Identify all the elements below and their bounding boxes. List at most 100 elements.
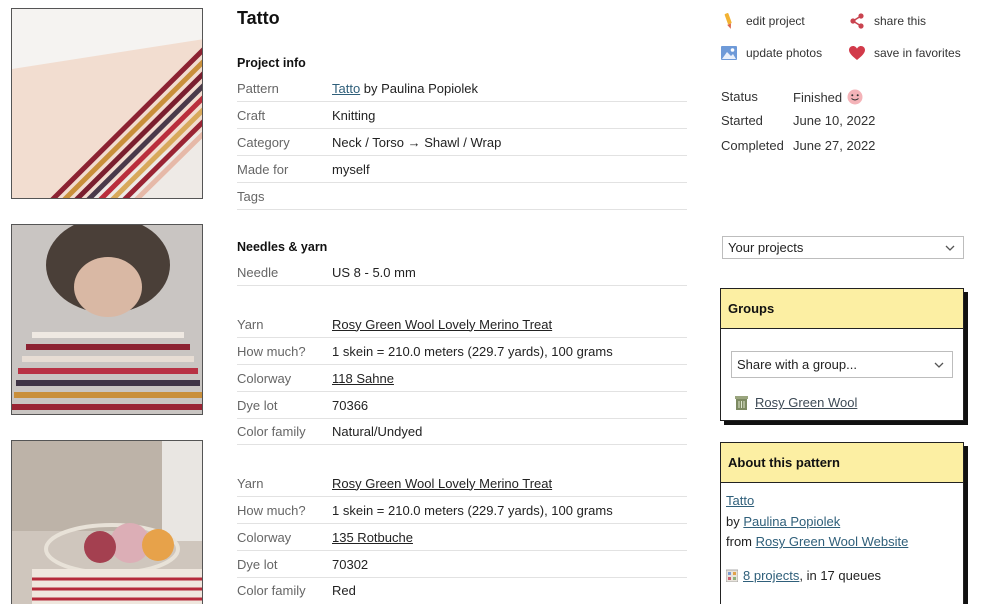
info-row-made-for: Made for myself (237, 156, 687, 183)
designer-link[interactable]: Paulina Popiolek (743, 514, 840, 529)
dyelot-label: Dye lot (237, 397, 278, 413)
share-label: share this (874, 14, 927, 28)
pattern-designer-text: by Paulina Popiolek (360, 80, 478, 96)
your-projects-select[interactable]: Your projects (722, 236, 964, 259)
chevron-down-icon (945, 245, 955, 251)
project-title: Tatto (237, 8, 280, 28)
about-designer-line: by Paulina Popiolek (726, 514, 840, 529)
info-value: Tatto by Paulina Popiolek (332, 81, 478, 96)
info-row-category: Category Neck / Torso → Shawl / Wrap (237, 129, 687, 156)
pencil-icon (720, 12, 738, 30)
info-label: Category (237, 134, 290, 150)
photos-icon (720, 44, 738, 62)
status-text: Finished (793, 89, 843, 105)
about-pattern-box: About this pattern Tatto by Paulina Popi… (720, 442, 964, 604)
group-badge-icon (735, 395, 748, 410)
completed-value: June 27, 2022 (793, 138, 876, 153)
colorway-row: Colorway 118 Sahne (237, 365, 687, 392)
update-photos-label: update photos (746, 46, 823, 60)
colorway-link[interactable]: 118 Sahne (332, 371, 394, 386)
project-photo-1[interactable] (11, 8, 203, 199)
colorway-row: Colorway 135 Rotbuche (237, 524, 687, 551)
info-value: Knitting (332, 107, 376, 123)
info-row-craft: Craft Knitting (237, 102, 687, 129)
amount-value: 1 skein = 210.0 meters (229.7 yards), 10… (332, 502, 613, 518)
color-family-value: Red (332, 583, 356, 598)
share-link[interactable]: share this (848, 12, 926, 30)
info-row-pattern: Pattern Tatto by Paulina Popiolek (237, 75, 687, 102)
status-value: Finished (793, 89, 863, 105)
group-item[interactable]: Rosy Green Wool (735, 395, 857, 410)
needle-value: US 8 - 5.0 mm (332, 264, 416, 280)
colorway-label: Colorway (237, 529, 292, 545)
from-prefix: from (726, 534, 756, 549)
edit-project-link[interactable]: edit project (720, 12, 805, 30)
yarn-link[interactable]: Rosy Green Wool Lovely Merino Treat (332, 317, 552, 332)
yarn-amount-row: How much? 1 skein = 210.0 meters (229.7 … (237, 338, 687, 365)
heart-icon (848, 44, 866, 62)
status-label: Status (721, 89, 758, 104)
info-label: Pattern (237, 80, 279, 96)
yarn-link[interactable]: Rosy Green Wool Lovely Merino Treat (332, 476, 552, 491)
info-value: Neck / Torso → Shawl / Wrap (332, 134, 502, 150)
yarn-amount-row: How much? 1 skein = 210.0 meters (229.7 … (237, 497, 687, 524)
about-pattern-link[interactable]: Tatto (726, 493, 754, 508)
share-with-group-value: Share with a group... (737, 357, 857, 372)
by-prefix: by (726, 514, 744, 529)
chevron-down-icon (934, 362, 944, 368)
needle-label: Needle (237, 264, 279, 280)
needles-yarn-heading: Needles & yarn (237, 240, 328, 254)
amount-label: How much? (237, 502, 306, 518)
groups-box: Groups Share with a group... Rosy Green … (720, 288, 964, 421)
group-link[interactable]: Rosy Green Wool (755, 395, 857, 410)
info-row-tags: Tags (237, 183, 687, 210)
finished-face-icon (847, 89, 863, 105)
amount-label: How much? (237, 343, 306, 359)
your-projects-value: Your projects (728, 240, 804, 255)
dyelot-value: 70366 (332, 397, 369, 413)
needle-row: Needle US 8 - 5.0 mm (237, 259, 687, 286)
dyelot-row: Dye lot 70302 (237, 551, 687, 578)
save-favorites-label: save in favorites (874, 46, 961, 60)
yarn-row: Yarn Rosy Green Wool Lovely Merino Treat (237, 470, 687, 497)
projects-icon (726, 569, 738, 582)
about-source-line: from Rosy Green Wool Website (726, 534, 908, 549)
source-link[interactable]: Rosy Green Wool Website (756, 534, 909, 549)
dyelot-row: Dye lot 70366 (237, 392, 687, 419)
info-label: Craft (237, 107, 266, 123)
color-family-label: Color family (237, 423, 306, 439)
share-icon (848, 12, 866, 30)
about-projects-line: 8 projects, in 17 queues (726, 568, 881, 583)
project-photo-2[interactable] (11, 224, 203, 415)
colorway-label: Colorway (237, 370, 292, 386)
about-pattern-name-line: Tatto (726, 493, 754, 508)
dyelot-label: Dye lot (237, 556, 278, 572)
info-value: myself (332, 161, 370, 177)
save-favorites-link[interactable]: save in favorites (848, 44, 961, 62)
queues-text: , in 17 queues (799, 568, 882, 583)
color-family-value: Natural/Undyed (332, 423, 423, 439)
yarn-label: Yarn (237, 316, 264, 332)
update-photos-link[interactable]: update photos (720, 44, 822, 62)
info-label: Tags (237, 188, 265, 204)
dyelot-value: 70302 (332, 556, 369, 572)
pattern-link[interactable]: Tatto (332, 81, 360, 96)
yarn-row: Yarn Rosy Green Wool Lovely Merino Treat (237, 311, 687, 338)
amount-value: 1 skein = 210.0 meters (229.7 yards), 10… (332, 343, 613, 359)
info-label: Made for (237, 161, 289, 177)
project-info-heading: Project info (237, 56, 306, 70)
color-family-label: Color family (237, 583, 306, 598)
yarn-label: Yarn (237, 475, 264, 491)
started-value: June 10, 2022 (793, 113, 876, 128)
share-with-group-select[interactable]: Share with a group... (731, 351, 953, 378)
color-family-row: Color family Natural/Undyed (237, 418, 687, 445)
projects-count-link[interactable]: 8 projects (743, 568, 799, 583)
groups-heading: Groups (721, 289, 963, 329)
about-pattern-heading: About this pattern (721, 443, 963, 483)
project-photo-3[interactable] (11, 440, 203, 604)
edit-project-label: edit project (746, 14, 805, 28)
completed-label: Completed (721, 138, 784, 153)
color-family-row: Color family Red (237, 577, 687, 604)
started-label: Started (721, 113, 763, 128)
colorway-link[interactable]: 135 Rotbuche (332, 530, 413, 545)
